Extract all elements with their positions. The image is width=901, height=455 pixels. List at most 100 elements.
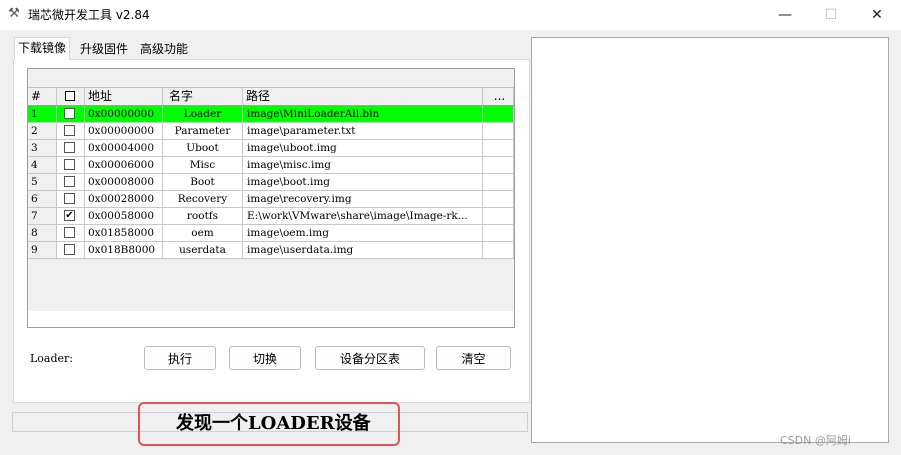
switch-button[interactable]: 切换 (229, 346, 301, 370)
row-path[interactable]: E:\work\VMware\share\image\Image-rk... (243, 208, 483, 225)
row-name[interactable]: rootfs (163, 208, 243, 225)
row-address[interactable]: 0x018B8000 (85, 242, 163, 259)
execute-button[interactable]: 执行 (144, 346, 216, 370)
row-name[interactable]: Uboot (163, 140, 243, 157)
row-checkbox[interactable] (64, 125, 75, 136)
row-path[interactable]: image\userdata.img (243, 242, 483, 259)
row-checkbox[interactable] (64, 142, 75, 153)
header-select-all[interactable] (57, 88, 85, 105)
row-checkbox[interactable] (64, 244, 75, 255)
table-row[interactable]: 7 ✔ 0x00058000 rootfs E:\work\VMware\share\i… (28, 208, 514, 225)
table-row[interactable]: 5 0x00008000 Boot image\boot.img (28, 174, 514, 191)
row-address[interactable]: 0x00008000 (85, 174, 163, 191)
row-checkbox-cell[interactable]: ✔ (57, 208, 85, 225)
row-checkbox[interactable] (64, 193, 75, 204)
grid-header: # 地址 名字 路径 ... (28, 88, 514, 106)
row-name[interactable]: Misc (163, 157, 243, 174)
watermark: CSDN @阿姆i (780, 434, 851, 447)
row-checkbox-cell[interactable] (57, 157, 85, 174)
close-button[interactable]: ✕ (854, 0, 900, 30)
header-address: 地址 (85, 88, 163, 105)
row-address[interactable]: 0x00004000 (85, 140, 163, 157)
row-number: 7 (28, 208, 57, 225)
row-browse[interactable] (483, 123, 514, 140)
grid-toolbar (28, 69, 514, 88)
row-number: 4 (28, 157, 57, 174)
row-browse[interactable] (483, 191, 514, 208)
row-number: 2 (28, 123, 57, 140)
row-checkbox[interactable] (64, 108, 75, 119)
row-checkbox[interactable] (64, 227, 75, 238)
row-browse[interactable] (483, 225, 514, 242)
row-name[interactable]: Loader (163, 106, 243, 123)
tab-advanced[interactable]: 高级功能 (137, 39, 191, 59)
table-row[interactable]: 4 0x00006000 Misc image\misc.img (28, 157, 514, 174)
row-checkbox[interactable] (64, 159, 75, 170)
row-browse[interactable] (483, 106, 514, 123)
row-number: 3 (28, 140, 57, 157)
header-more[interactable]: ... (483, 88, 514, 105)
table-row[interactable]: 6 0x00028000 Recovery image\recovery.img (28, 191, 514, 208)
row-name[interactable]: oem (163, 225, 243, 242)
row-checkbox-cell[interactable] (57, 225, 85, 242)
status-message: 发现一个LOADER设备 (176, 413, 371, 434)
window-title: 瑞芯微开发工具 v2.84 (28, 8, 150, 22)
grid-body: # 地址 名字 路径 ... 1 0x00000000 Loader image\Mi… (28, 88, 514, 311)
row-address[interactable]: 0x00000000 (85, 106, 163, 123)
row-path[interactable]: image\misc.img (243, 157, 483, 174)
row-path[interactable]: image\recovery.img (243, 191, 483, 208)
table-row[interactable]: 8 0x01858000 oem image\oem.img (28, 225, 514, 242)
row-name[interactable]: userdata (163, 242, 243, 259)
row-number: 8 (28, 225, 57, 242)
table-row[interactable]: 9 0x018B8000 userdata image\userdata.img (28, 242, 514, 259)
row-name[interactable]: Boot (163, 174, 243, 191)
row-number: 5 (28, 174, 57, 191)
row-address[interactable]: 0x01858000 (85, 225, 163, 242)
header-num: # (28, 88, 57, 105)
table-row[interactable]: 1 0x00000000 Loader image\MiniLoaderAll.bin (28, 106, 514, 123)
loader-label: Loader: (30, 352, 74, 365)
row-browse[interactable] (483, 242, 514, 259)
row-number: 6 (28, 191, 57, 208)
clear-button[interactable]: 清空 (436, 346, 511, 370)
row-number: 9 (28, 242, 57, 259)
row-browse[interactable] (483, 140, 514, 157)
row-browse[interactable] (483, 157, 514, 174)
row-checkbox-cell[interactable] (57, 106, 85, 123)
row-address[interactable]: 0x00006000 (85, 157, 163, 174)
row-checkbox-cell[interactable] (57, 242, 85, 259)
row-browse[interactable] (483, 174, 514, 191)
row-checkbox-cell[interactable] (57, 174, 85, 191)
row-path[interactable]: image\uboot.img (243, 140, 483, 157)
row-address[interactable]: 0x00000000 (85, 123, 163, 140)
tab-upgrade-firmware[interactable]: 升级固件 (77, 39, 131, 59)
row-name[interactable]: Recovery (163, 191, 243, 208)
row-checkbox-cell[interactable] (57, 191, 85, 208)
table-row[interactable]: 2 0x00000000 Parameter image\parameter.txt (28, 123, 514, 140)
row-path[interactable]: image\parameter.txt (243, 123, 483, 140)
row-checkbox-cell[interactable] (57, 140, 85, 157)
row-address[interactable]: 0x00058000 (85, 208, 163, 225)
partition-table-button[interactable]: 设备分区表 (315, 346, 425, 370)
row-path[interactable]: image\MiniLoaderAll.bin (243, 106, 483, 123)
row-checkbox[interactable] (64, 176, 75, 187)
row-browse[interactable] (483, 208, 514, 225)
partition-grid: # 地址 名字 路径 ... 1 0x00000000 Loader image\Mi… (27, 68, 515, 328)
row-checkbox[interactable]: ✔ (64, 210, 75, 221)
row-name[interactable]: Parameter (163, 123, 243, 140)
tools-icon: ⚒ (8, 6, 20, 21)
row-checkbox-cell[interactable] (57, 123, 85, 140)
header-path: 路径 (243, 88, 483, 105)
tab-download-image[interactable]: 下载镜像 (14, 37, 71, 60)
maximize-button[interactable]: ☐ (808, 0, 854, 30)
row-address[interactable]: 0x00028000 (85, 191, 163, 208)
checkbox-icon[interactable] (65, 91, 75, 101)
row-path[interactable]: image\boot.img (243, 174, 483, 191)
row-number: 1 (28, 106, 57, 123)
title-bar: ⚒ 瑞芯微开发工具 v2.84 — ☐ ✕ (0, 0, 901, 30)
minimize-button[interactable]: — (762, 0, 808, 30)
log-panel (531, 37, 889, 443)
header-name: 名字 (163, 88, 243, 105)
table-row[interactable]: 3 0x00004000 Uboot image\uboot.img (28, 140, 514, 157)
row-path[interactable]: image\oem.img (243, 225, 483, 242)
